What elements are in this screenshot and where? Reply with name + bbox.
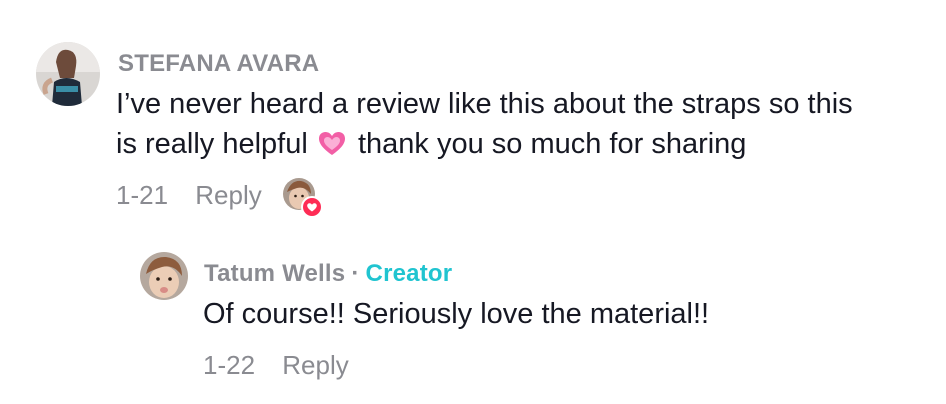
- reply-username-row: Tatum Wells · Creator: [204, 260, 452, 288]
- avatar[interactable]: [36, 42, 100, 106]
- comment-date: 1-21: [116, 180, 169, 210]
- creator-badge: Creator: [365, 260, 453, 287]
- comment-meta: 1-21 Reply: [116, 180, 262, 211]
- reply-button[interactable]: Reply: [195, 180, 261, 210]
- reply-meta: 1-22 Reply: [203, 350, 349, 381]
- comment-text-line1: I’ve never heard a review like this abou…: [116, 88, 853, 120]
- pink-heart-emoji-icon: [318, 128, 346, 155]
- comment-text-continued: is really helpful thank you so much for …: [116, 124, 746, 165]
- reply-username[interactable]: Tatum Wells: [204, 260, 345, 287]
- reply-date: 1-22: [203, 350, 256, 380]
- avatar[interactable]: [140, 252, 188, 300]
- comment-text-line2-before: is really helpful: [116, 128, 308, 160]
- comment-text: I’ve never heard a review like this abou…: [116, 84, 853, 125]
- comment-text-line2-after: thank you so much for sharing: [357, 128, 747, 160]
- reply-button[interactable]: Reply: [282, 350, 348, 380]
- heart-icon: [301, 196, 323, 218]
- reply-text: Of course!! Seriously love the material!…: [203, 294, 709, 335]
- reply-text-content: Of course!! Seriously love the material!…: [203, 298, 710, 330]
- separator-dot: ·: [351, 260, 360, 287]
- comment-username[interactable]: STEFANA AVARA: [118, 50, 319, 78]
